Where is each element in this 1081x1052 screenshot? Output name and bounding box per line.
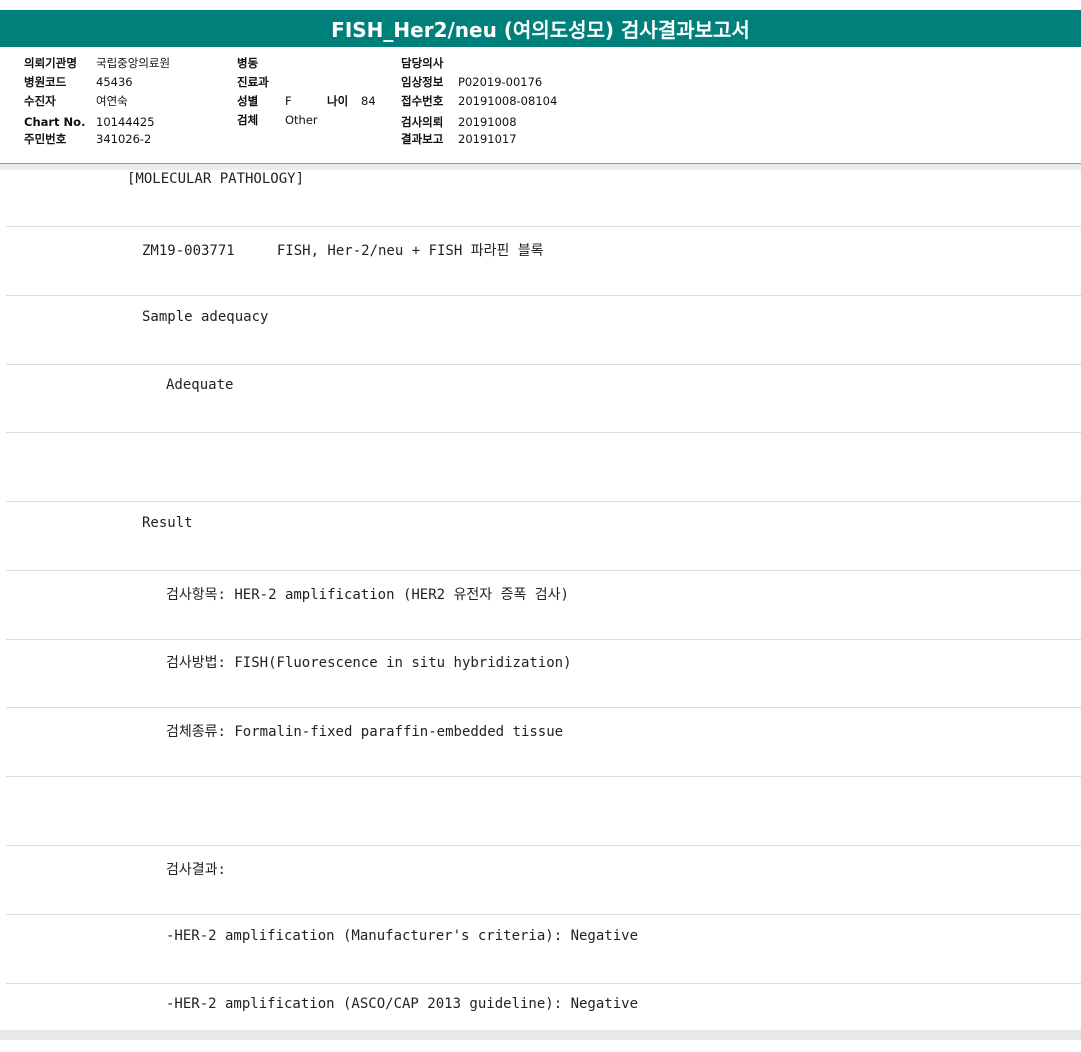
- info-value: 국립중앙의료원: [96, 56, 171, 70]
- info-label: 접수번호: [401, 94, 444, 108]
- report-line: ZM19-003771 FISH, Her-2/neu + FISH 파라핀 블…: [6, 227, 1081, 296]
- report-line: [MOLECULAR PATHOLOGY]: [6, 158, 1081, 227]
- patient-info-panel: 의뢰기관명 국립중앙의료원 병원코드 45436 수진자 여연숙 Chart N…: [0, 54, 1081, 164]
- report-line: Sample adequacy: [6, 296, 1081, 365]
- info-label: 의뢰기관명: [24, 56, 77, 70]
- report-line: -HER-2 amplification (ASCO/CAP 2013 guid…: [6, 983, 1081, 1052]
- report-line: 검체종류: Formalin-fixed paraffin-embedded t…: [6, 708, 1081, 777]
- report-line: Adequate: [6, 364, 1081, 433]
- report-line: 검사방법: FISH(Fluorescence in situ hybridiz…: [6, 639, 1081, 708]
- info-value: 20191008: [458, 115, 517, 129]
- info-value: 여연숙: [96, 94, 128, 108]
- info-value: 84: [361, 94, 376, 108]
- report-line-text: -HER-2 amplification (Manufacturer's cri…: [166, 928, 639, 944]
- info-label: 나이: [327, 94, 349, 108]
- report-line: 검사항목: HER-2 amplification (HER2 유전자 증폭 검…: [6, 571, 1081, 640]
- info-row-request-date: 검사의뢰 20191008: [401, 113, 601, 131]
- info-label: 성별: [237, 94, 259, 108]
- report-line: Result: [6, 502, 1081, 571]
- info-row-age: 나이 84: [327, 92, 387, 110]
- info-row-specimen: 검체 Other: [237, 111, 387, 129]
- report-line-text: 검사방법: FISH(Fluorescence in situ hybridiz…: [166, 655, 572, 671]
- report-line-text: Adequate: [166, 377, 234, 393]
- report-line: [6, 433, 1081, 502]
- report-line-text: 검체종류: Formalin-fixed paraffin-embedded t…: [166, 724, 564, 740]
- info-row-ward: 병동: [237, 54, 387, 72]
- info-row-receipt-no: 접수번호 20191008-08104: [401, 92, 601, 110]
- info-label: 병동: [237, 56, 259, 70]
- info-row-department: 진료과: [237, 73, 387, 91]
- info-label: 결과보고: [401, 132, 444, 146]
- report-body: [MOLECULAR PATHOLOGY] ZM19-003771 FISH, …: [0, 170, 1081, 1030]
- info-label: Chart No.: [24, 115, 86, 129]
- report-line: [6, 777, 1081, 846]
- info-value: 45436: [96, 75, 133, 89]
- info-label: 검체: [237, 113, 259, 127]
- info-label: 임상정보: [401, 75, 444, 89]
- report-line: 검사결과:: [6, 846, 1081, 915]
- info-value: Other: [285, 113, 318, 127]
- report-line-text: [MOLECULAR PATHOLOGY]: [127, 171, 305, 187]
- info-row-report-date: 결과보고 20191017: [401, 130, 601, 148]
- report-line-text: Result: [142, 515, 193, 531]
- info-value: 341026-2: [96, 132, 152, 146]
- info-row-chart-no: Chart No. 10144425: [24, 113, 224, 131]
- report-title: FISH_Her2/neu (여의도성모) 검사결과보고서: [0, 10, 1081, 47]
- info-row-resident-no: 주민번호 341026-2: [24, 130, 224, 148]
- info-value: 20191017: [458, 132, 517, 146]
- info-label: 담당의사: [401, 56, 444, 70]
- report-line: -HER-2 amplification (Manufacturer's cri…: [6, 915, 1081, 984]
- info-row-institution: 의뢰기관명 국립중앙의료원: [24, 54, 224, 72]
- info-row-hospital-code: 병원코드 45436: [24, 73, 224, 91]
- report-line-text: 검사결과:: [166, 862, 226, 878]
- info-label: 진료과: [237, 75, 269, 89]
- info-value: 10144425: [96, 115, 155, 129]
- report-line-text: ZM19-003771 FISH, Her-2/neu + FISH 파라핀 블…: [142, 243, 544, 259]
- footer-strip: [0, 1030, 1081, 1040]
- info-row-physician: 담당의사: [401, 54, 601, 72]
- report-line-text: Sample adequacy: [142, 309, 269, 325]
- info-value: F: [285, 94, 292, 108]
- info-value: P02019-00176: [458, 75, 543, 89]
- info-value: 20191008-08104: [458, 94, 558, 108]
- info-row-clinical-info: 임상정보 P02019-00176: [401, 73, 601, 91]
- report-line-text: -HER-2 amplification (ASCO/CAP 2013 guid…: [166, 996, 639, 1012]
- info-label: 주민번호: [24, 132, 67, 146]
- info-label: 검사의뢰: [401, 115, 444, 129]
- info-label: 병원코드: [24, 75, 67, 89]
- info-label: 수진자: [24, 94, 56, 108]
- report-line-text: 검사항목: HER-2 amplification (HER2 유전자 증폭 검…: [166, 587, 569, 603]
- info-row-patient: 수진자 여연숙: [24, 92, 224, 110]
